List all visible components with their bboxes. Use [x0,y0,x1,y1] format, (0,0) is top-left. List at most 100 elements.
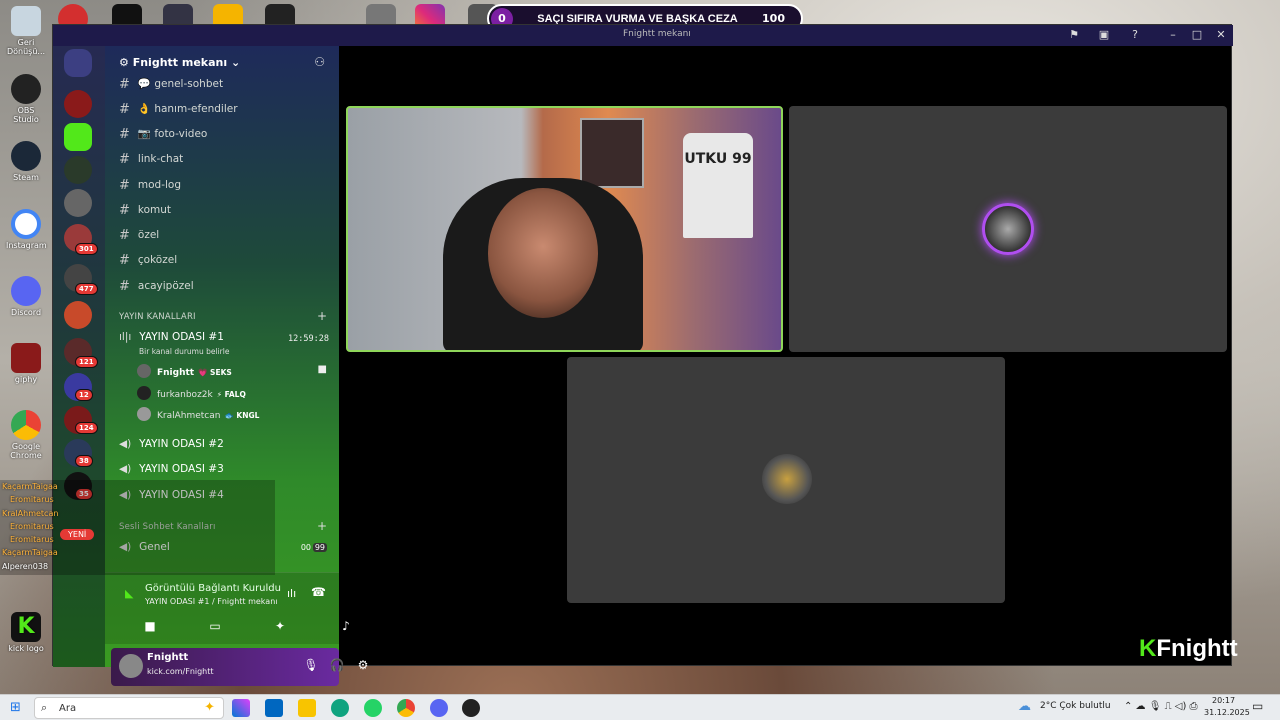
avatar [137,407,151,421]
store-icon[interactable] [265,699,283,717]
hash-icon: # [119,102,130,117]
desktop-icon-steam[interactable]: Steam [6,141,46,182]
steam-icon [11,141,41,171]
search-placeholder: Ara [59,703,77,714]
server-icon-kick[interactable] [64,123,92,151]
activities-icon[interactable]: ✦ [273,619,287,633]
server-icon-1[interactable] [64,90,92,118]
connection-channel[interactable]: YAYIN ODASI #1 / Fnightt mekanı [145,597,278,606]
soundboard-icon[interactable]: ♪ [339,619,353,633]
channel-komut[interactable]: # komut [119,203,171,218]
disconnect-icon[interactable]: ☎ [311,585,326,599]
guild-badge: 121 [75,356,98,368]
channel-acayipozel[interactable]: # acayipözel [119,279,194,294]
channel-mod-log[interactable]: # mod-log [119,178,181,193]
explorer-icon[interactable] [298,699,316,717]
server-icon-7[interactable] [64,301,92,329]
chat-line: KaçarmTaigaa [2,548,58,557]
noise-icon[interactable]: ılı [287,587,296,600]
guild-badge: 38 [75,455,93,467]
help-icon[interactable]: ? [1128,28,1142,42]
maximize-button[interactable]: □ [1190,28,1204,42]
channel-ozel[interactable]: # özel [119,228,159,243]
desktop-icon-giphy[interactable]: giphy [6,343,46,384]
headphones-icon[interactable]: 🎧 [329,658,345,674]
avatar [137,386,151,400]
wall-poster [580,118,644,188]
genel-count-2: 99 [312,543,327,552]
discord-icon [11,276,41,306]
sparkle-icon: ✦ [204,700,215,715]
giphy-icon [11,343,41,373]
voice-timer: 12:59:28 [288,334,329,344]
discord-taskbar-icon[interactable] [430,699,448,717]
genel-count-1: 00 [300,543,311,552]
discord-home-icon[interactable] [64,49,92,77]
close-button[interactable]: ✕ [1214,28,1228,42]
video-tile-2[interactable] [789,106,1227,352]
screen-share-icon[interactable]: ▭ [208,619,222,633]
user-name[interactable]: Fnightt [147,652,188,663]
chrome-taskbar-icon[interactable] [397,699,415,717]
voice-channel-active[interactable]: ıl|ı YAYIN ODASI #1 [119,331,224,343]
video-tile-3[interactable] [567,357,1005,603]
voice-user-kralahmetcan[interactable]: KralAhmetcan 🐟 KNGL [137,407,259,421]
chrome-icon [11,410,41,440]
taskbar: ⊞ ⌕ Ara ✦ ☁ 2°C Çok bulutlu ⌃ ☁ 🎙 ⎍ ◁) ⎙… [0,694,1280,720]
desktop-icon-kick[interactable]: Kkick logo [6,612,46,653]
desktop-icon-recycle[interactable]: Geri Dönüşü... [6,6,46,56]
voice-channel-2[interactable]: ◀) YAYIN ODASI #2 [119,438,224,450]
voice-user-furkanboz2k[interactable]: furkanboz2k ⚡ FALQ [137,386,246,400]
add-member-icon[interactable]: ⚇ [314,55,325,69]
hash-icon: # [119,253,130,268]
category-stream[interactable]: YAYIN KANALLARI [119,312,196,322]
connection-status[interactable]: Görüntülü Bağlantı Kuruldu [145,583,281,594]
new-messages-badge[interactable]: YENİ [60,529,95,540]
clock-time[interactable]: 20:17 [1212,696,1235,705]
avatar [137,364,151,378]
microphone-icon[interactable]: 🎙 [303,658,319,674]
voice-channel-3[interactable]: ◀) YAYIN ODASI #3 [119,463,224,475]
server-icon-3[interactable] [64,156,92,184]
channel-hanim-efendiler[interactable]: # 👌 hanım-efendiler [119,102,238,117]
minimize-button[interactable]: – [1166,28,1180,42]
channel-status[interactable]: Bir kanal durumu belirle [139,347,229,356]
video-tile-fnightt[interactable]: UTKU 99 [346,106,783,352]
windows-start-icon[interactable]: ⊞ [10,700,21,715]
channel-link-chat[interactable]: # link-chat [119,152,183,167]
desktop-icon-instagram[interactable]: Instagram [6,209,47,250]
guild-badge: 12 [75,389,93,401]
clock-date[interactable]: 31.12.2025 [1204,708,1250,717]
edge-icon[interactable] [331,699,349,717]
desktop-icon-discord[interactable]: Discord [6,276,46,317]
obs-icon [11,74,41,104]
desktop-icon-obs[interactable]: OBS Studio [6,74,46,124]
chat-line: Eromitarus [10,522,54,531]
channel-cokozel[interactable]: # çoközel [119,253,177,268]
copilot-icon[interactable] [232,699,250,717]
weather-text[interactable]: 2°C Çok bulutlu [1040,701,1111,711]
guild-badge: 124 [75,422,98,434]
avatar[interactable] [119,654,143,678]
desktop-icon-chrome[interactable]: Google Chrome [6,410,46,460]
avatar [762,454,812,504]
voice-active-icon: ıl|ı [119,331,132,343]
video-toggle-icon[interactable]: ■ [143,619,157,633]
notification-icon[interactable]: ▭ [1252,699,1263,713]
window-title: Fnightt mekanı [623,29,691,39]
flag-icon[interactable]: ⚑ [1067,28,1081,42]
server-name-header[interactable]: ⚙ Fnightt mekanı ⌄ [119,56,240,69]
whatsapp-icon[interactable] [364,699,382,717]
add-voice-channel-icon[interactable]: + [317,519,327,533]
tray-icons[interactable]: ⌃ ☁ 🎙 ⎍ ◁) ⎙ [1124,701,1198,712]
channel-genel-sohbet[interactable]: # 💬 genel-sohbet [119,77,223,92]
voice-user-fnightt[interactable]: Fnightt 💗 SEKS [137,364,232,378]
search-box[interactable]: ⌕ Ara ✦ [34,697,224,719]
voice-connection-panel: ◣ Görüntülü Bağlantı Kuruldu YAYIN ODASI… [105,572,350,644]
channel-foto-video[interactable]: # 📷 foto-video [119,127,207,142]
server-icon-4[interactable] [64,189,92,217]
settings-gear-icon[interactable]: ⚙ [355,658,371,674]
add-channel-icon[interactable]: + [317,309,327,323]
obs-taskbar-icon[interactable] [462,699,480,717]
screen-icon[interactable]: ▣ [1097,28,1111,42]
